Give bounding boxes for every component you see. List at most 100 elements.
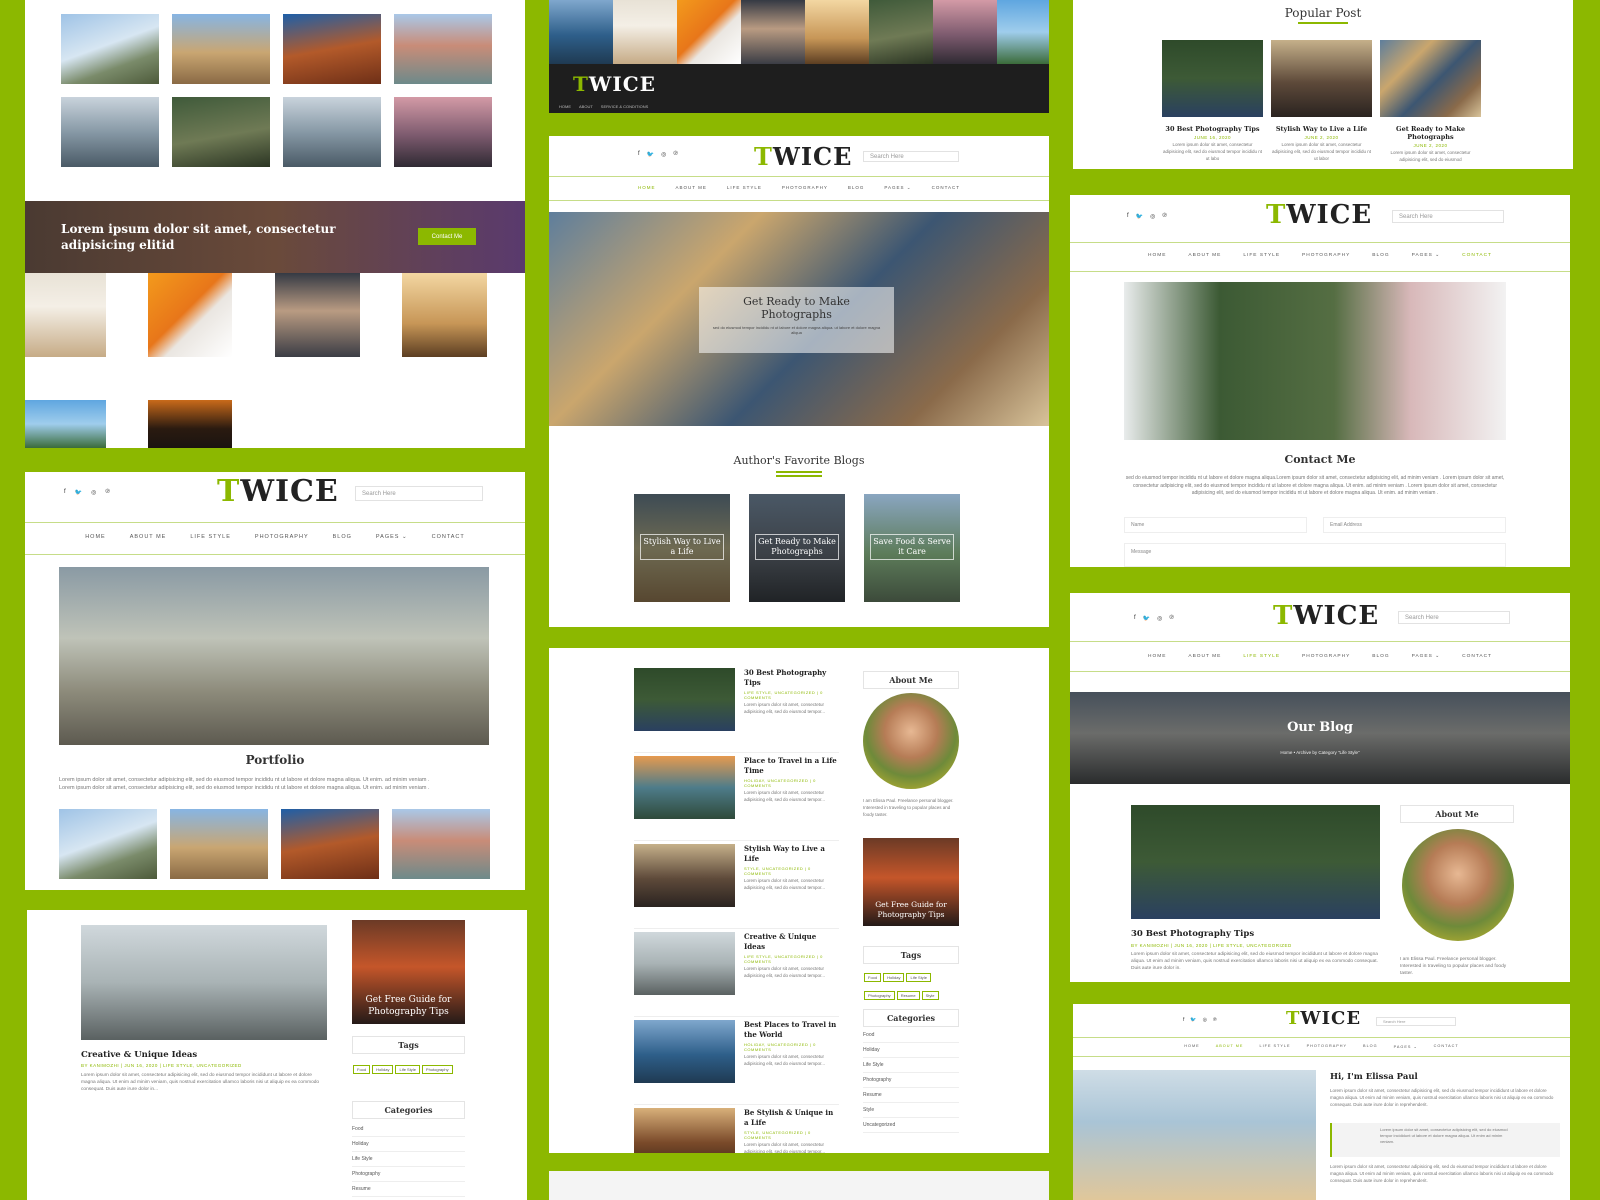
category-item[interactable]: Style xyxy=(863,1103,959,1118)
site-logo[interactable]: TWICE xyxy=(217,474,339,509)
blog-post-title[interactable]: 30 Best Photography Tips xyxy=(1131,929,1254,939)
twitter-icon[interactable]: 🐦 xyxy=(1190,1017,1196,1023)
nav-contact[interactable]: CONTACT xyxy=(1462,654,1492,659)
portfolio-image[interactable] xyxy=(281,809,379,879)
tag[interactable]: Food xyxy=(864,973,882,982)
message-field[interactable]: Message xyxy=(1124,543,1506,567)
twitter-icon[interactable]: 🐦 xyxy=(647,151,654,158)
email-field[interactable]: Email Address xyxy=(1323,517,1506,533)
post-image[interactable] xyxy=(1271,40,1372,117)
post-list-item[interactable]: Stylish Way to Live a Life STYLE, UNCATEG… xyxy=(634,841,839,929)
popular-post-card[interactable]: Get Ready to Make Photographs JUNE 2, 20… xyxy=(1380,40,1481,164)
tag[interactable]: Food xyxy=(353,1065,371,1074)
gallery-image[interactable] xyxy=(172,97,270,167)
post-list-item[interactable]: 30 Best Photography Tips LIFE STYLE, UNCA… xyxy=(634,665,839,753)
gallery-image[interactable] xyxy=(283,97,381,167)
post-image[interactable] xyxy=(1380,40,1481,117)
category-item[interactable]: Resume xyxy=(352,1182,465,1197)
popular-post-card[interactable]: 30 Best Photography Tips JUNE 16, 2020 L… xyxy=(1162,40,1263,164)
tag[interactable]: Style xyxy=(921,991,939,1000)
category-item[interactable]: Food xyxy=(352,1122,465,1137)
nav-pages[interactable]: PAGES ⌄ xyxy=(1412,253,1441,258)
nav-pages[interactable]: PAGES ⌄ xyxy=(1394,1044,1418,1049)
tag[interactable]: Resume xyxy=(896,991,920,1000)
post-title[interactable]: Stylish Way to Live a Life xyxy=(1271,125,1372,133)
nav-home[interactable]: HOME xyxy=(1148,253,1166,258)
post-title[interactable]: Be Stylish & Unique in a Life xyxy=(744,1108,839,1128)
post-title[interactable]: Creative & Unique Ideas xyxy=(81,1050,197,1060)
nav-about[interactable]: ABOUT ME xyxy=(675,185,706,191)
post-image[interactable] xyxy=(81,925,327,1040)
tag[interactable]: Photography xyxy=(421,1065,453,1074)
portfolio-image[interactable] xyxy=(392,809,490,879)
gallery-image[interactable] xyxy=(25,273,106,357)
nav-lifestyle[interactable]: LIFE STYLE xyxy=(1243,654,1280,659)
search-input[interactable]: Search Here xyxy=(1398,611,1510,624)
nav-home[interactable]: HOME xyxy=(1184,1044,1199,1049)
nav-photography[interactable]: PHOTOGRAPHY xyxy=(255,534,309,540)
post-list-item[interactable]: Creative & Unique Ideas LIFE STYLE, UNCAT… xyxy=(634,929,839,1017)
nav-home[interactable]: HOME xyxy=(638,185,656,191)
site-logo[interactable]: TWICE xyxy=(1273,601,1379,631)
post-thumbnail[interactable] xyxy=(634,932,735,995)
footer-link[interactable]: HOME xyxy=(559,104,571,109)
site-logo[interactable]: TWICE xyxy=(1286,1008,1361,1029)
nav-photography[interactable]: PHOTOGRAPHY xyxy=(1302,654,1350,659)
name-field[interactable]: Name xyxy=(1124,517,1307,533)
category-item[interactable]: Holiday xyxy=(863,1043,959,1058)
gallery-image[interactable] xyxy=(172,14,270,84)
nav-photography[interactable]: PHOTOGRAPHY xyxy=(1307,1044,1347,1049)
category-item[interactable]: Photography xyxy=(352,1167,465,1182)
instagram-icon[interactable]: ◎ xyxy=(1150,213,1155,220)
nav-contact[interactable]: CONTACT xyxy=(432,534,465,540)
nav-about[interactable]: ABOUT ME xyxy=(1188,253,1221,258)
guide-ad[interactable]: Get Free Guide for Photography Tips xyxy=(352,920,465,1024)
favorite-blog-card[interactable]: Get Ready to Make Photographs xyxy=(749,494,845,602)
tag[interactable]: Holiday xyxy=(372,1065,394,1074)
nav-blog[interactable]: BLOG xyxy=(1363,1044,1378,1049)
twitter-icon[interactable]: 🐦 xyxy=(75,489,82,496)
post-thumbnail[interactable] xyxy=(634,668,735,731)
tag[interactable]: Life Style xyxy=(906,973,931,982)
gallery-image[interactable] xyxy=(394,97,492,167)
footer-link[interactable]: ABOUT xyxy=(579,104,593,109)
nav-lifestyle[interactable]: LIFE STYLE xyxy=(190,534,231,540)
category-item[interactable]: Life Style xyxy=(352,1152,465,1167)
contact-me-button[interactable]: Contact Me xyxy=(418,228,476,245)
post-title[interactable]: Creative & Unique Ideas xyxy=(744,932,839,952)
post-image[interactable] xyxy=(1162,40,1263,117)
post-title[interactable]: Best Places to Travel in the World xyxy=(744,1020,839,1040)
post-thumbnail[interactable] xyxy=(634,844,735,907)
nav-blog[interactable]: BLOG xyxy=(333,534,352,540)
nav-pages[interactable]: PAGES ⌄ xyxy=(376,534,408,540)
search-input[interactable]: Search Here xyxy=(355,486,483,501)
nav-blog[interactable]: BLOG xyxy=(1372,253,1389,258)
pinterest-icon[interactable]: ℗ xyxy=(105,489,109,496)
twitter-icon[interactable]: 🐦 xyxy=(1143,615,1150,622)
nav-contact[interactable]: CONTACT xyxy=(932,185,960,191)
category-item[interactable]: Resume xyxy=(863,1088,959,1103)
post-thumbnail[interactable] xyxy=(634,1108,735,1153)
nav-pages[interactable]: PAGES ⌄ xyxy=(884,185,911,191)
instagram-icon[interactable]: ◎ xyxy=(661,151,666,158)
nav-lifestyle[interactable]: LIFE STYLE xyxy=(727,185,762,191)
gallery-image[interactable] xyxy=(275,273,360,357)
nav-home[interactable]: HOME xyxy=(85,534,106,540)
post-list-item[interactable]: Place to Travel in a Life Time HOLIDAY, U… xyxy=(634,753,839,841)
footer-logo[interactable]: TWICE xyxy=(573,72,656,96)
post-title[interactable]: Get Ready to Make Photographs xyxy=(1380,125,1481,141)
facebook-icon[interactable]: f xyxy=(1183,1017,1184,1023)
nav-lifestyle[interactable]: LIFE STYLE xyxy=(1243,253,1280,258)
post-title[interactable]: 30 Best Photography Tips xyxy=(1162,125,1263,133)
nav-contact[interactable]: CONTACT xyxy=(1434,1044,1459,1049)
gallery-image[interactable] xyxy=(148,400,232,448)
tag[interactable]: Photography xyxy=(864,991,895,1000)
portfolio-image[interactable] xyxy=(59,809,157,879)
post-title[interactable]: Stylish Way to Live a Life xyxy=(744,844,839,864)
pinterest-icon[interactable]: ℗ xyxy=(1169,615,1173,622)
category-item[interactable]: Holiday xyxy=(352,1137,465,1152)
pinterest-icon[interactable]: ℗ xyxy=(1213,1017,1217,1023)
search-input[interactable]: Search Here xyxy=(1392,210,1504,223)
site-logo[interactable]: TWICE xyxy=(754,142,852,171)
nav-pages[interactable]: PAGES ⌄ xyxy=(1412,654,1441,659)
